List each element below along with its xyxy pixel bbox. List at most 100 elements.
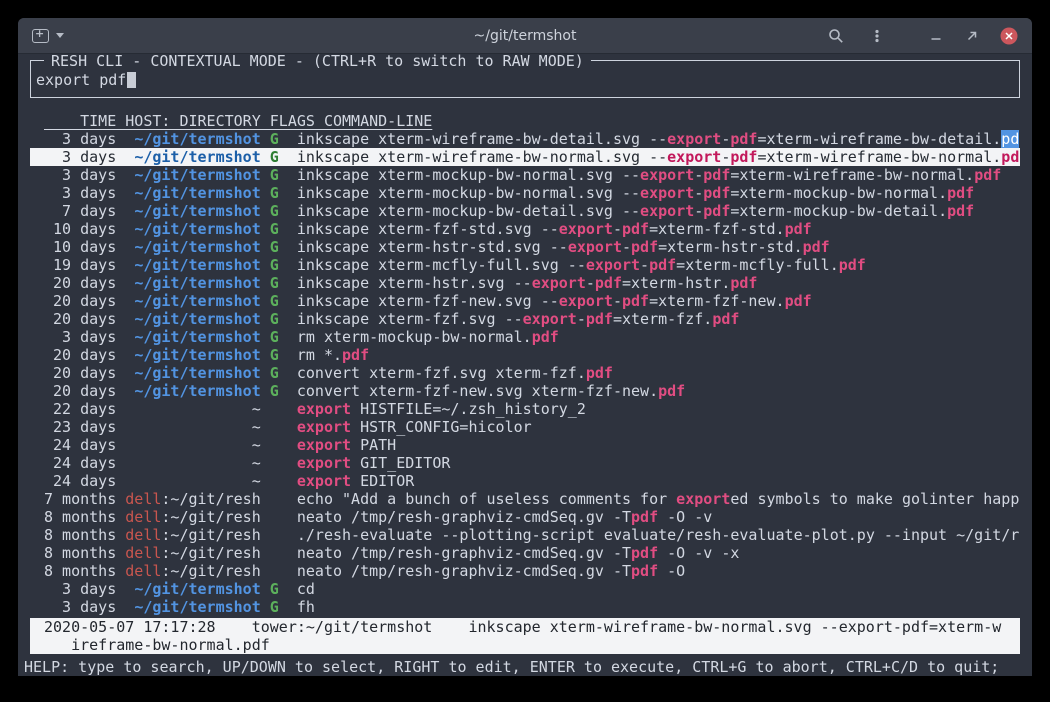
history-row[interactable]: 8 months dell:~/git/resh neato /tmp/resh… xyxy=(30,508,1020,526)
row-command-segment: inkscape xterm-wireframe-bw-normal.svg -… xyxy=(297,148,667,166)
history-row[interactable]: 3 days ~/git/termshot G inkscape xterm-w… xyxy=(30,130,1020,148)
row-time: 20 days xyxy=(44,292,125,310)
row-gap xyxy=(261,130,270,148)
row-time: 3 days xyxy=(44,580,125,598)
minimize-icon[interactable] xyxy=(928,28,944,44)
row-gap xyxy=(261,220,270,238)
history-row[interactable]: 20 days ~/git/termshot G rm *.pdf xyxy=(30,346,1020,364)
history-row[interactable]: 7 months dell:~/git/resh echo "Add a bun… xyxy=(30,490,1020,508)
row-command-segment: - xyxy=(622,238,631,256)
row-host: dell xyxy=(125,562,161,580)
row-time: 19 days xyxy=(44,256,125,274)
row-command-segment: pd xyxy=(1001,148,1019,166)
row-gap xyxy=(279,382,297,400)
close-icon[interactable] xyxy=(1000,27,1018,45)
search-query[interactable]: export pdf xyxy=(36,71,126,89)
row-command-segment: - xyxy=(721,130,730,148)
history-row[interactable]: 3 days ~/git/termshot G cd xyxy=(30,580,1020,598)
history-row[interactable]: 20 days ~/git/termshot G convert xterm-f… xyxy=(30,364,1020,382)
row-gap xyxy=(261,364,270,382)
row-command-segment: export xyxy=(640,202,694,220)
row-host: :~/git/resh xyxy=(161,490,260,508)
row-host: ~ xyxy=(252,400,261,418)
row-gap xyxy=(261,148,270,166)
row-host: ~/git/termshot xyxy=(134,310,260,328)
row-host: dell xyxy=(125,526,161,544)
row-host: ~ xyxy=(252,436,261,454)
history-row[interactable]: 23 days ~ export HSTR_CONFIG=hicolor xyxy=(30,418,1020,436)
history-row[interactable]: 8 months dell:~/git/resh ./resh-evaluate… xyxy=(30,526,1020,544)
row-command-segment: export xyxy=(297,472,351,490)
row-host: ~/git/termshot xyxy=(134,346,260,364)
row-command-segment: export xyxy=(297,454,351,472)
history-row[interactable]: 8 months dell:~/git/resh neato /tmp/resh… xyxy=(30,544,1020,562)
row-host-pad xyxy=(125,238,134,256)
history-row[interactable]: 24 days ~ export EDITOR xyxy=(30,472,1020,490)
history-row[interactable]: 20 days ~/git/termshot G inkscape xterm-… xyxy=(30,274,1020,292)
row-host-pad xyxy=(125,598,134,616)
history-row[interactable]: 24 days ~ export GIT_EDITOR xyxy=(30,454,1020,472)
row-command-segment: HISTFILE=~/.zsh_history_2 xyxy=(351,400,586,418)
status-bar: 2020-05-07 17:17:28 tower:~/git/termshot… xyxy=(30,618,1020,654)
search-icon[interactable] xyxy=(828,28,844,44)
history-row[interactable]: 8 months dell:~/git/resh neato /tmp/resh… xyxy=(30,562,1020,580)
row-command-segment: - xyxy=(640,256,649,274)
row-command-segment: pdf xyxy=(839,256,866,274)
row-command-segment: - xyxy=(577,310,586,328)
row-flag xyxy=(270,490,279,508)
chevron-down-icon[interactable] xyxy=(56,33,64,38)
row-command-segment: export xyxy=(523,310,577,328)
row-gap xyxy=(279,436,297,454)
row-gap xyxy=(261,562,270,580)
row-command-segment: pdf xyxy=(622,220,649,238)
row-gap xyxy=(279,472,297,490)
row-command-segment: export xyxy=(297,436,351,454)
row-gap xyxy=(261,436,270,454)
row-flag: G xyxy=(270,148,279,166)
row-command-segment: export xyxy=(559,220,613,238)
row-command-segment: echo "Add a bunch of useless comments fo… xyxy=(297,490,676,508)
menu-kebab-icon[interactable] xyxy=(869,28,885,44)
history-row[interactable]: 20 days ~/git/termshot G inkscape xterm-… xyxy=(30,292,1020,310)
row-flag: G xyxy=(270,292,279,310)
row-command-segment: neato /tmp/resh-graphviz-cmdSeq.gv -T xyxy=(297,508,631,526)
text-cursor xyxy=(127,72,136,88)
history-row[interactable]: 19 days ~/git/termshot G inkscape xterm-… xyxy=(30,256,1020,274)
row-gap xyxy=(261,202,270,220)
row-gap xyxy=(279,526,297,544)
history-row[interactable]: 20 days ~/git/termshot G inkscape xterm-… xyxy=(30,310,1020,328)
history-row[interactable]: 3 days ~/git/termshot G inkscape xterm-w… xyxy=(30,148,1020,166)
row-command-segment: =xterm-fzf-new. xyxy=(649,292,784,310)
row-host: ~/git/termshot xyxy=(134,130,260,148)
row-flag xyxy=(270,544,279,562)
row-command-segment: PATH xyxy=(351,436,396,454)
row-command-segment: neato /tmp/resh-graphviz-cmdSeq.gv -T xyxy=(297,544,631,562)
row-time: 3 days xyxy=(44,598,125,616)
row-command-segment: inkscape xterm-mockup-bw-detail.svg -- xyxy=(297,202,640,220)
row-time: 3 days xyxy=(44,328,125,346)
row-command-segment: inkscape xterm-fzf.svg -- xyxy=(297,310,523,328)
new-tab-icon[interactable] xyxy=(32,29,49,43)
search-box[interactable]: RESH CLI - CONTEXTUAL MODE - (CTRL+R to … xyxy=(30,60,1020,98)
history-row[interactable]: 24 days ~ export PATH xyxy=(30,436,1020,454)
row-time: 20 days xyxy=(44,364,125,382)
row-gap xyxy=(279,184,297,202)
history-row[interactable]: 3 days ~/git/termshot G inkscape xterm-m… xyxy=(30,166,1020,184)
history-row[interactable]: 20 days ~/git/termshot G convert xterm-f… xyxy=(30,382,1020,400)
history-row[interactable]: 7 days ~/git/termshot G inkscape xterm-m… xyxy=(30,202,1020,220)
row-command-segment: pdf xyxy=(342,346,369,364)
restore-icon[interactable] xyxy=(964,28,980,44)
row-flag xyxy=(270,436,279,454)
history-row[interactable]: 3 days ~/git/termshot G inkscape xterm-m… xyxy=(30,184,1020,202)
row-command-segment: -O -v -x xyxy=(658,544,739,562)
row-host-pad xyxy=(125,256,134,274)
row-flag: G xyxy=(270,346,279,364)
titlebar: ~/git/termshot xyxy=(18,18,1032,54)
history-row[interactable]: 3 days ~/git/termshot G fh xyxy=(30,598,1020,616)
row-gap xyxy=(261,400,270,418)
history-row[interactable]: 10 days ~/git/termshot G inkscape xterm-… xyxy=(30,238,1020,256)
history-row[interactable]: 3 days ~/git/termshot G rm xterm-mockup-… xyxy=(30,328,1020,346)
row-flag: G xyxy=(270,274,279,292)
history-row[interactable]: 22 days ~ export HISTFILE=~/.zsh_history… xyxy=(30,400,1020,418)
history-row[interactable]: 10 days ~/git/termshot G inkscape xterm-… xyxy=(30,220,1020,238)
